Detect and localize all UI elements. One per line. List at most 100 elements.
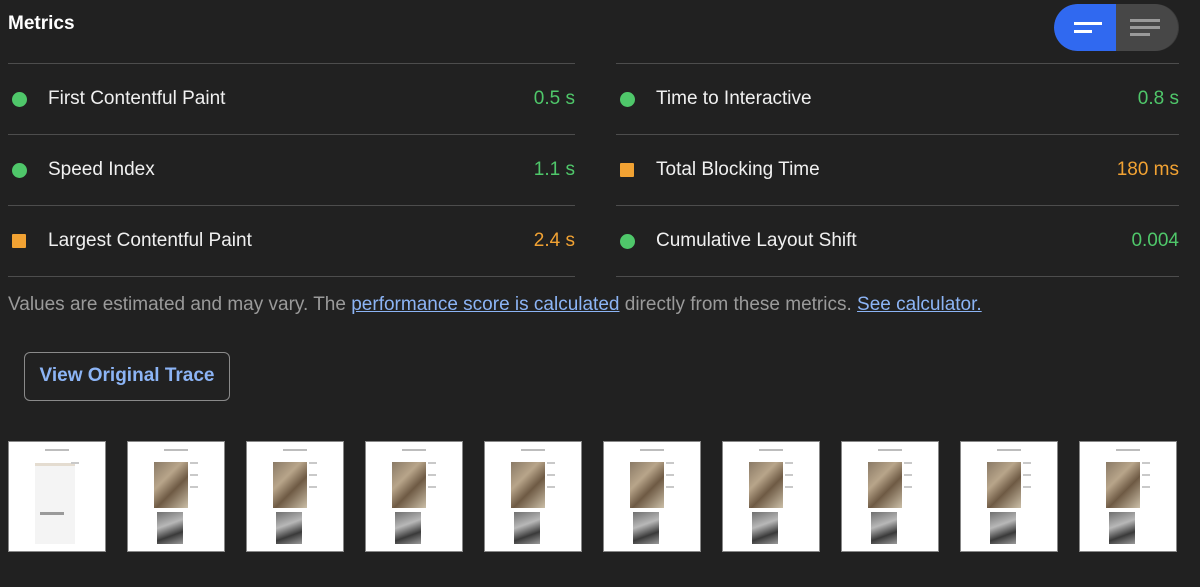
frame-sidebar-line bbox=[428, 486, 436, 488]
frame-photo-secondary bbox=[276, 512, 302, 544]
frame-sidebar-line bbox=[547, 486, 555, 488]
metrics-header: Metrics bbox=[0, 0, 1200, 56]
frame-photo-main bbox=[273, 462, 307, 508]
frame-sidebar-line bbox=[309, 474, 317, 476]
metrics-column-left: First Contentful Paint 0.5 s Speed Index… bbox=[8, 63, 575, 277]
metric-row: Time to Interactive 0.8 s bbox=[616, 63, 1179, 134]
frame-sidebar-line bbox=[309, 462, 317, 464]
frame-photo-main bbox=[749, 462, 783, 508]
frame-photo-secondary bbox=[990, 512, 1016, 544]
frame-photo-secondary bbox=[752, 512, 778, 544]
metric-row: Speed Index 1.1 s bbox=[8, 134, 575, 205]
average-square-icon bbox=[12, 234, 26, 248]
frame-photo-secondary bbox=[157, 512, 183, 544]
frame-page-title bbox=[283, 449, 307, 451]
frame-photo-secondary bbox=[871, 512, 897, 544]
frame-sidebar-line bbox=[1023, 474, 1031, 476]
frame-sidebar-line bbox=[428, 474, 436, 476]
frame-page-title bbox=[402, 449, 426, 451]
metric-label: Speed Index bbox=[48, 159, 155, 180]
compact-view-button[interactable] bbox=[1054, 4, 1116, 51]
frame-loading-bar bbox=[40, 512, 64, 515]
filmstrip-frame bbox=[484, 441, 582, 552]
filmstrip-frame bbox=[1079, 441, 1177, 552]
frame-photo-main bbox=[154, 462, 188, 508]
filmstrip-frame bbox=[127, 441, 225, 552]
frame-page-title bbox=[164, 449, 188, 451]
metric-value: 0.8 s bbox=[1137, 88, 1179, 109]
frame-sidebar-line bbox=[785, 474, 793, 476]
frame-page-title bbox=[640, 449, 664, 451]
note-middle: directly from these metrics. bbox=[619, 294, 852, 315]
metric-row: Largest Contentful Paint 2.4 s bbox=[8, 205, 575, 277]
view-toggle[interactable] bbox=[1054, 4, 1179, 51]
metric-label: First Contentful Paint bbox=[48, 88, 226, 109]
note-prefix: Values are estimated and may vary. The bbox=[8, 294, 352, 315]
pass-circle-icon bbox=[620, 234, 635, 249]
frame-page-title bbox=[878, 449, 902, 451]
filmstrip-frame bbox=[365, 441, 463, 552]
pass-circle-icon bbox=[12, 163, 27, 178]
frame-sidebar-line bbox=[547, 462, 555, 464]
performance-score-link[interactable]: performance score is calculated bbox=[351, 294, 619, 315]
frame-loading-area bbox=[35, 466, 75, 544]
frame-photo-main bbox=[511, 462, 545, 508]
pass-circle-icon bbox=[620, 92, 635, 107]
frame-sidebar-line bbox=[1023, 462, 1031, 464]
metric-value: 180 ms bbox=[1116, 159, 1179, 180]
see-calculator-link[interactable]: See calculator. bbox=[857, 294, 982, 315]
frame-photo-secondary bbox=[1109, 512, 1135, 544]
frame-photo-main bbox=[392, 462, 426, 508]
frame-sidebar-line bbox=[190, 474, 198, 476]
frame-photo-main bbox=[630, 462, 664, 508]
frame-sidebar-line bbox=[428, 462, 436, 464]
metrics-column-right: Time to Interactive 0.8 s Total Blocking… bbox=[616, 63, 1179, 277]
frame-photo-secondary bbox=[395, 512, 421, 544]
frame-sidebar-line bbox=[666, 474, 674, 476]
metric-label: Total Blocking Time bbox=[656, 159, 820, 180]
filmstrip-frame bbox=[722, 441, 820, 552]
filmstrip-frame bbox=[841, 441, 939, 552]
expanded-view-button[interactable] bbox=[1116, 4, 1178, 51]
frame-sidebar-line bbox=[666, 486, 674, 488]
frame-sidebar-line bbox=[785, 486, 793, 488]
filmstrip-frame bbox=[246, 441, 344, 552]
frame-page-title bbox=[759, 449, 783, 451]
compact-list-icon bbox=[1074, 22, 1102, 33]
frame-page-title bbox=[1116, 449, 1140, 451]
frame-sidebar-line bbox=[309, 486, 317, 488]
filmstrip-frame bbox=[960, 441, 1058, 552]
frame-sidebar-line bbox=[666, 462, 674, 464]
frame-sidebar-line bbox=[1142, 486, 1150, 488]
pass-circle-icon bbox=[12, 92, 27, 107]
frame-sidebar-line bbox=[904, 462, 912, 464]
average-square-icon bbox=[620, 163, 634, 177]
frame-page-title bbox=[521, 449, 545, 451]
metric-value: 0.5 s bbox=[533, 88, 575, 109]
metric-value: 1.1 s bbox=[533, 159, 575, 180]
frame-sidebar-line bbox=[1023, 486, 1031, 488]
filmstrip-frame bbox=[8, 441, 106, 552]
metric-row: Total Blocking Time 180 ms bbox=[616, 134, 1179, 205]
view-original-trace-button[interactable]: View Original Trace bbox=[24, 352, 230, 401]
section-title: Metrics bbox=[8, 13, 75, 34]
metric-row: First Contentful Paint 0.5 s bbox=[8, 63, 575, 134]
frame-photo-secondary bbox=[514, 512, 540, 544]
frame-photo-main bbox=[987, 462, 1021, 508]
metrics-disclaimer: Values are estimated and may vary. The p… bbox=[8, 294, 982, 316]
frame-photo-secondary bbox=[633, 512, 659, 544]
expanded-list-icon bbox=[1130, 19, 1160, 36]
frame-page-title bbox=[45, 449, 69, 451]
frame-sidebar-line bbox=[904, 486, 912, 488]
frame-sidebar-line bbox=[785, 462, 793, 464]
metric-label: Cumulative Layout Shift bbox=[656, 230, 857, 251]
filmstrip-frame bbox=[603, 441, 701, 552]
frame-sidebar-line bbox=[1142, 474, 1150, 476]
metric-value: 2.4 s bbox=[533, 230, 575, 251]
frame-page-title bbox=[997, 449, 1021, 451]
metric-label: Time to Interactive bbox=[656, 88, 812, 109]
frame-sidebar-line bbox=[904, 474, 912, 476]
metric-label: Largest Contentful Paint bbox=[48, 230, 252, 251]
frame-sidebar-line bbox=[1142, 462, 1150, 464]
frame-sidebar-line bbox=[71, 462, 79, 464]
